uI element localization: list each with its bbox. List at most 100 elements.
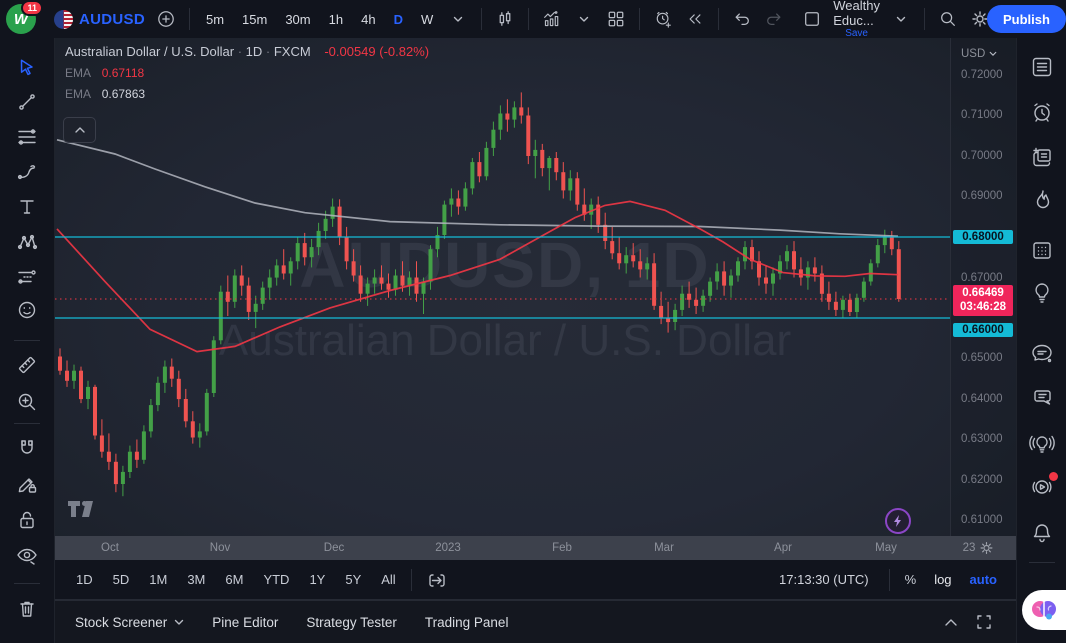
brush-tool[interactable] [10,155,44,189]
trend-line-tool[interactable] [10,85,44,119]
timeframe-menu-button[interactable] [445,5,471,33]
compare-add-button[interactable] [153,5,179,33]
hotlists-button[interactable] [1025,183,1059,217]
ema-fast-row[interactable]: EMA 0.67118 [65,66,429,80]
eye-icon [17,548,37,565]
watchlist-icon [1032,57,1051,77]
range-1y[interactable]: 1Y [300,568,334,591]
range-1m[interactable]: 1M [140,568,176,591]
emoji-tool[interactable] [10,293,44,327]
divider [410,568,412,591]
time-tick: May [875,542,897,554]
tab-strategy-tester[interactable]: Strategy Tester [296,609,407,636]
chevron-down-icon [896,16,906,22]
redo-button[interactable] [761,5,787,33]
range-ytd[interactable]: YTD [254,568,298,591]
timeframe-30m[interactable]: 30m [279,12,316,27]
tab-trading-panel[interactable]: Trading Panel [415,609,519,636]
chart-area[interactable]: AUDUSD, 1D Australian Dollar / U.S. Doll… [55,38,1016,536]
cursor-tool[interactable] [10,50,44,84]
range-6m[interactable]: 6M [216,568,252,591]
quick-search-button[interactable] [935,5,961,33]
indicators-icon [544,11,559,27]
indicators-button[interactable] [539,5,565,33]
timeframe-1h[interactable]: 1h [323,12,349,27]
layout-select-button[interactable] [799,5,825,33]
time-axis-settings-button[interactable] [979,541,994,556]
range-5d[interactable]: 5D [104,568,139,591]
symbol-button[interactable]: AUDUSD [42,9,147,29]
private-chats-button[interactable] [1025,381,1059,415]
panel-expand-button[interactable] [944,618,958,627]
zoom-in-tool[interactable] [10,385,44,419]
forecast-tool[interactable] [10,260,44,294]
alerts-button[interactable] [1025,95,1059,129]
range-5y[interactable]: 5Y [336,568,370,591]
tradingview-logo[interactable] [67,499,100,519]
ema-slow-row[interactable]: EMA 0.67863 [65,87,429,101]
goto-date-icon [429,573,445,587]
fullscreen-button[interactable] [976,614,992,630]
measure-tool[interactable] [10,348,44,382]
goto-date-button[interactable] [418,567,456,593]
legend-title: Australian Dollar / U.S. Dollar [65,44,235,59]
layout-menu-button[interactable] [888,5,914,33]
timeframe-4h[interactable]: 4h [355,12,381,27]
timeframe-5m[interactable]: 5m [200,12,230,27]
undo-button[interactable] [729,5,755,33]
tab-pine-editor[interactable]: Pine Editor [202,609,288,636]
lock-drawings-button[interactable] [10,503,44,537]
text-tool[interactable] [10,190,44,224]
drawing-mode-button[interactable] [10,467,44,501]
magnet-mode-button[interactable] [10,431,44,465]
range-3m[interactable]: 3M [178,568,214,591]
live-badge [1048,472,1058,481]
ai-assistant-widget[interactable] [1022,590,1066,630]
candlestick-plot[interactable] [55,38,950,536]
watchlist-button[interactable] [1025,50,1059,84]
divider [528,8,530,30]
log-scale-button[interactable]: log [927,568,958,591]
range-1d[interactable]: 1D [67,568,102,591]
user-avatar[interactable]: W 11 [6,0,43,34]
public-chat-button[interactable] [1025,336,1059,370]
minds-button[interactable] [1025,426,1059,460]
axis-currency-button[interactable]: USD [961,48,997,60]
percent-scale-button[interactable]: % [898,568,924,591]
save-button[interactable]: Save [845,28,868,39]
timeframe-15m[interactable]: 15m [236,12,273,27]
price-tick: 0.71000 [961,109,1003,121]
ideas-button[interactable] [1025,275,1059,309]
hide-drawings-button[interactable] [10,539,44,573]
templates-button[interactable] [603,5,629,33]
time-tick: Apr [774,542,792,554]
range-all[interactable]: All [372,568,404,591]
boost-button[interactable] [885,508,911,534]
legend-collapse-button[interactable] [63,117,96,143]
streams-button[interactable] [1025,470,1059,504]
symbol-legend-row[interactable]: Australian Dollar / U.S. Dollar · 1D · F… [65,44,429,59]
fib-retracement-tool[interactable] [10,120,44,154]
timeframe-1w[interactable]: W [415,12,439,27]
indicators-menu-button[interactable] [571,5,597,33]
price-axis[interactable]: USD 0.72000 0.71000 0.70000 0.69000 0.67000 0… [950,38,1016,536]
time-tick: 23 [962,542,976,554]
notifications-button[interactable] [1025,516,1059,550]
pencil-lock-icon [18,478,37,493]
remove-objects-button[interactable] [10,592,44,626]
legend-change: -0.00549 (-0.82%) [324,44,430,59]
timeframe-1d[interactable]: D [388,12,409,27]
auto-scale-button[interactable]: auto [963,568,1004,591]
time-axis[interactable]: Oct Nov Dec 2023 Feb Mar Apr May 23 [55,536,1016,560]
journal-button[interactable] [1025,141,1059,175]
calendar-button[interactable] [1025,233,1059,267]
tab-stock-screener[interactable]: Stock Screener [65,609,194,636]
bar-replay-button[interactable] [682,5,708,33]
publish-button[interactable]: Publish [986,5,1066,33]
lock-icon [20,511,34,529]
chart-style-button[interactable] [492,5,518,33]
layout-name-button[interactable]: Wealthy Educ... Save [831,0,882,39]
clock-utc[interactable]: 17:13:30 (UTC) [779,572,869,587]
create-alert-button[interactable] [650,5,676,33]
pattern-tool[interactable] [10,225,44,259]
